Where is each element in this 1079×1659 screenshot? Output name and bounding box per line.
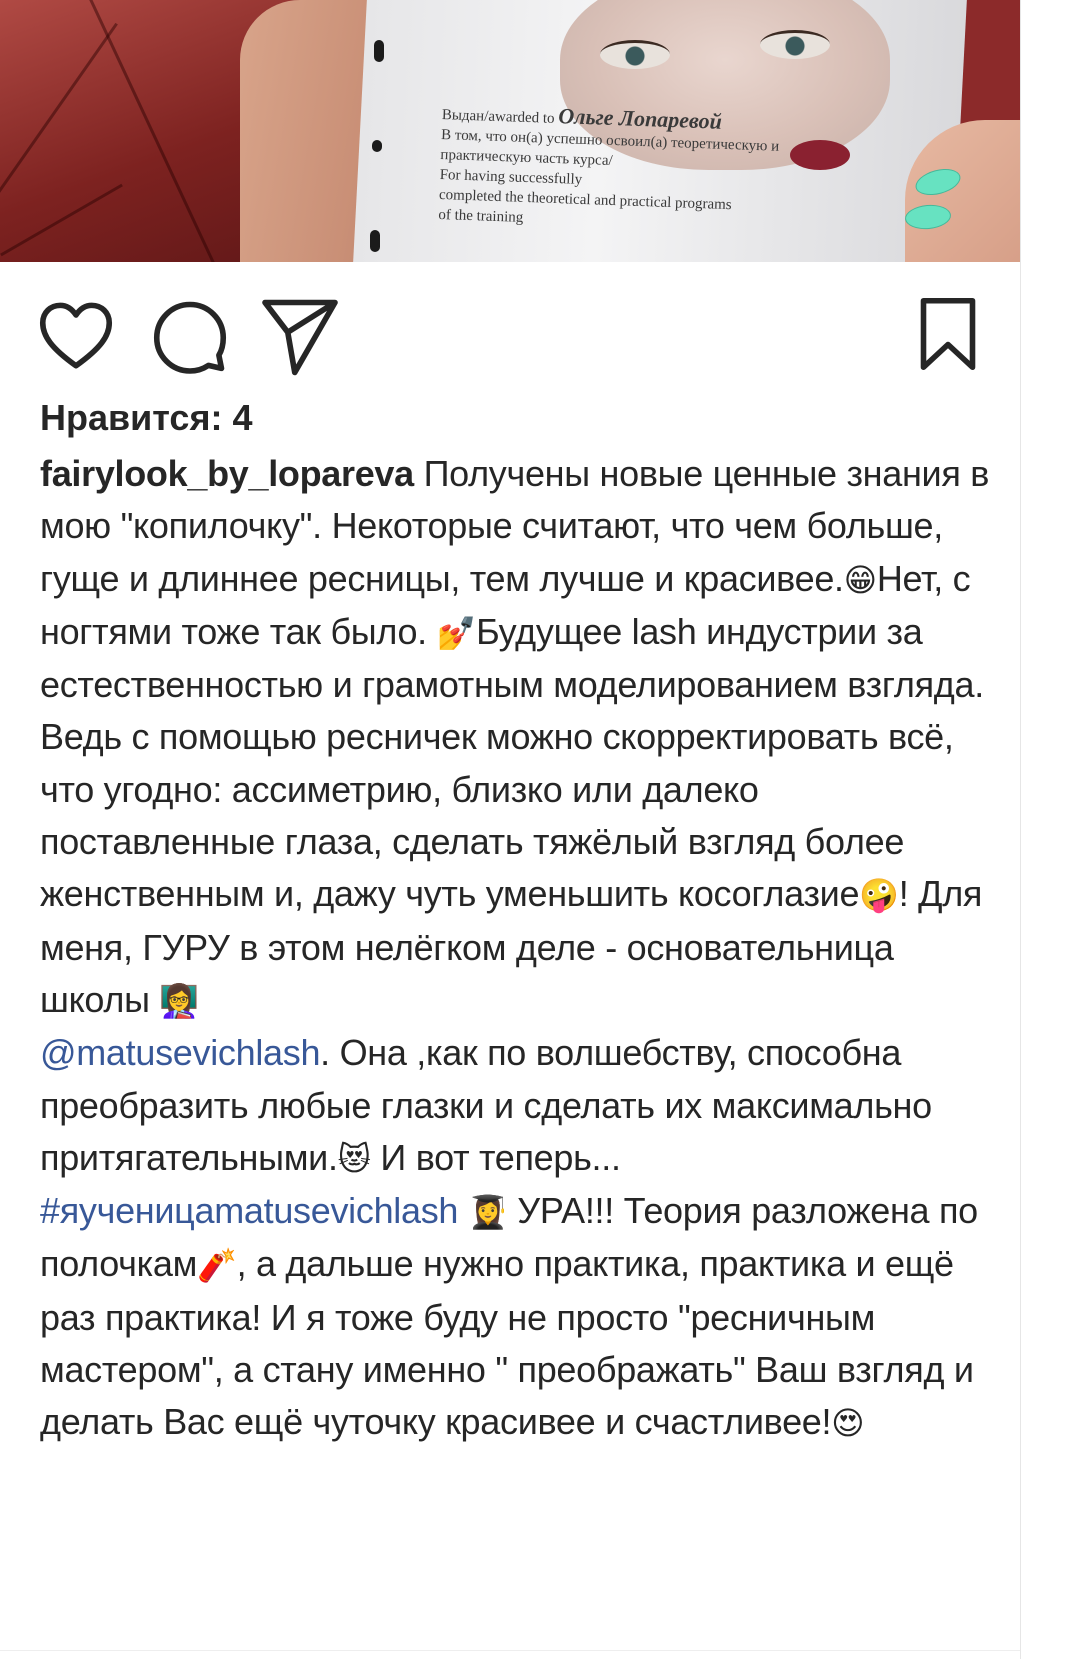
portrait-eye-left [600,40,670,69]
heart-icon[interactable] [34,294,118,378]
mention-link[interactable]: @matusevichlash [40,1032,320,1073]
caption-text: И вот теперь... [370,1136,621,1178]
hashtag-link[interactable]: #яученицаmatusevichlash [40,1190,458,1231]
post-caption: fairylook_by_lopareva Получены новые цен… [40,448,1000,1450]
teacher-emoji: 👩‍🏫 [159,981,199,1020]
nail-polish-emoji: 💅 [436,613,477,652]
zany-face-emoji: 🤪 [859,876,899,915]
likes-count[interactable]: Нравится: 4 [40,388,1000,448]
post-caption-area: Нравится: 4 fairylook_by_lopareva Получе… [40,380,1000,1450]
grin-emoji: 😁 [843,560,877,599]
heart-eyes-emoji: 😍 [831,1404,865,1443]
send-icon[interactable] [258,292,342,376]
student-emoji: 👩‍🎓 [458,1193,508,1232]
divider [0,1650,1020,1651]
username-link[interactable]: fairylook_by_lopareva [40,453,414,494]
cat-heart-eyes-emoji: 😻 [337,1139,371,1178]
certificate-text: Выдан/awarded to Ольге Лопаревой В том, … [438,103,780,226]
comment-icon[interactable] [148,294,232,378]
post-photo[interactable]: Выдан/awarded to Ольге Лопаревой В том, … [0,0,1020,262]
bookmark-icon[interactable] [906,292,990,376]
caption-text: Будущее lash индустрии за естественность… [40,610,984,915]
screen-edge [1020,0,1021,1659]
firecracker-emoji: 🧨 [197,1246,237,1285]
post-action-bar [0,262,1020,382]
portrait-eye-right [760,30,830,59]
